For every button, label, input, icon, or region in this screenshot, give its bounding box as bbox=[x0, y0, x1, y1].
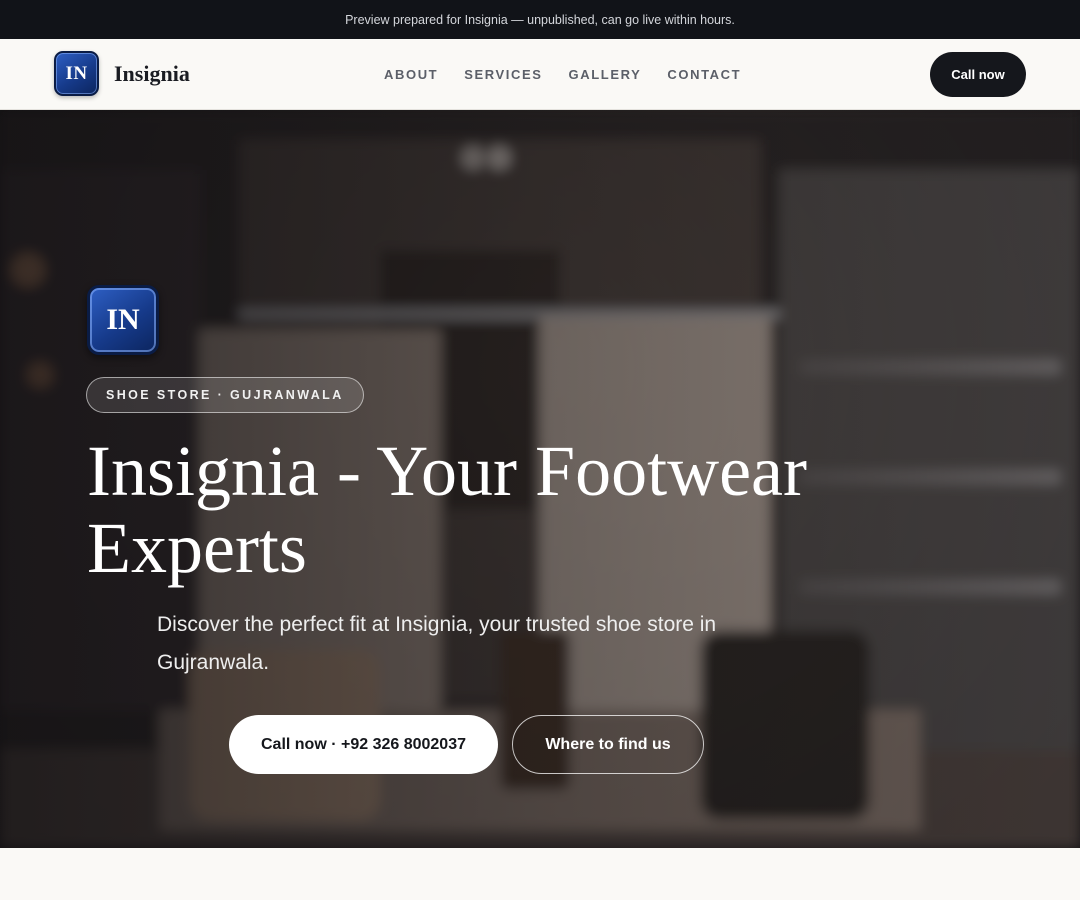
call-phone-button[interactable]: Call now · +92 326 8002037 bbox=[229, 715, 498, 774]
nav-gallery[interactable]: GALLERY bbox=[569, 67, 642, 82]
preview-banner: Preview prepared for Insignia — unpublis… bbox=[0, 0, 1080, 39]
nav-about[interactable]: ABOUT bbox=[384, 67, 438, 82]
hero-section: IN SHOE STORE · GUJRANWALA Insignia - Yo… bbox=[0, 110, 1080, 848]
hero-title: Insignia - Your Footwear Experts bbox=[87, 431, 807, 588]
find-us-button[interactable]: Where to find us bbox=[512, 715, 704, 774]
brand[interactable]: IN Insignia bbox=[54, 51, 190, 96]
next-section bbox=[0, 848, 1080, 900]
hero-content: IN SHOE STORE · GUJRANWALA Insignia - Yo… bbox=[0, 110, 1080, 848]
nav-contact[interactable]: CONTACT bbox=[667, 67, 741, 82]
category-location-tag: SHOE STORE · GUJRANWALA bbox=[86, 377, 364, 413]
category-location-text: SHOE STORE · GUJRANWALA bbox=[106, 388, 344, 402]
hero-subtitle: Discover the perfect fit at Insignia, yo… bbox=[157, 613, 717, 674]
hero-logo: IN bbox=[87, 285, 159, 355]
brand-name[interactable]: Insignia bbox=[114, 61, 190, 87]
nav-services[interactable]: SERVICES bbox=[464, 67, 542, 82]
brand-logo[interactable]: IN bbox=[54, 51, 99, 96]
main-nav: ABOUT SERVICES GALLERY CONTACT bbox=[384, 39, 767, 109]
site-header: IN Insignia ABOUT SERVICES GALLERY CONTA… bbox=[0, 39, 1080, 110]
header-call-button[interactable]: Call now bbox=[930, 52, 1026, 97]
preview-banner-text: Preview prepared for Insignia — unpublis… bbox=[345, 12, 735, 27]
